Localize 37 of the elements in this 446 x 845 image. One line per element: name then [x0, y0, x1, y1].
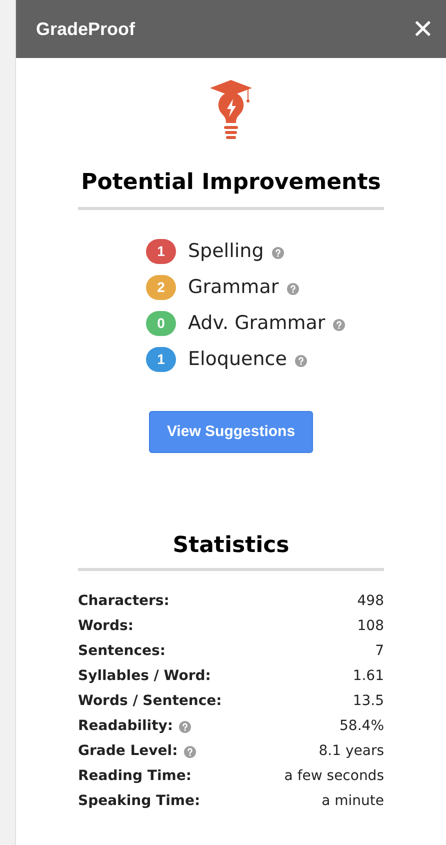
section-title: Potential Improvements	[81, 169, 381, 197]
count-badge: 1	[146, 347, 176, 372]
stat-label: Grade Level:	[78, 742, 178, 761]
category-label: Adv. Grammar	[188, 311, 326, 336]
section-title: Statistics	[172, 532, 290, 560]
stat-label: Words / Sentence:	[78, 692, 222, 711]
stat-value: a few seconds	[284, 767, 384, 786]
close-button[interactable]: ✕	[408, 16, 438, 42]
stat-value: a minute	[322, 792, 384, 811]
view-suggestions-button[interactable]: View Suggestions	[149, 411, 313, 453]
stat-value: 58.4%	[340, 717, 384, 736]
stat-value: 1.61	[352, 667, 384, 686]
stat-label: Syllables / Word:	[78, 667, 211, 686]
stat-label: Characters:	[78, 592, 170, 611]
count-badge: 0	[146, 311, 176, 336]
help-icon[interactable]	[286, 283, 299, 295]
stat-label: Reading Time:	[78, 767, 192, 786]
count-badge: 2	[146, 275, 176, 300]
category-label: Spelling	[188, 239, 264, 264]
help-icon[interactable]	[272, 247, 284, 259]
help-icon[interactable]	[184, 746, 196, 758]
help-icon[interactable]	[179, 720, 192, 732]
help-icon[interactable]	[294, 355, 307, 367]
stat-label: Readability:	[78, 717, 174, 736]
stat-label: Words:	[78, 617, 134, 636]
stat-value: 13.5	[352, 692, 384, 711]
stat-label: Sentences:	[78, 642, 166, 661]
stat-value: 108	[357, 617, 384, 636]
help-icon[interactable]	[333, 319, 346, 331]
category-label: Eloquence	[188, 347, 287, 372]
app-title: GradeProof	[36, 18, 136, 40]
stat-value: 7	[375, 642, 384, 661]
count-badge: 1	[146, 239, 176, 264]
stat-value: 498	[357, 592, 384, 611]
category-label: Grammar	[188, 275, 279, 300]
stat-value: 8.1 years	[318, 742, 384, 761]
stat-label: Speaking Time:	[78, 792, 200, 811]
